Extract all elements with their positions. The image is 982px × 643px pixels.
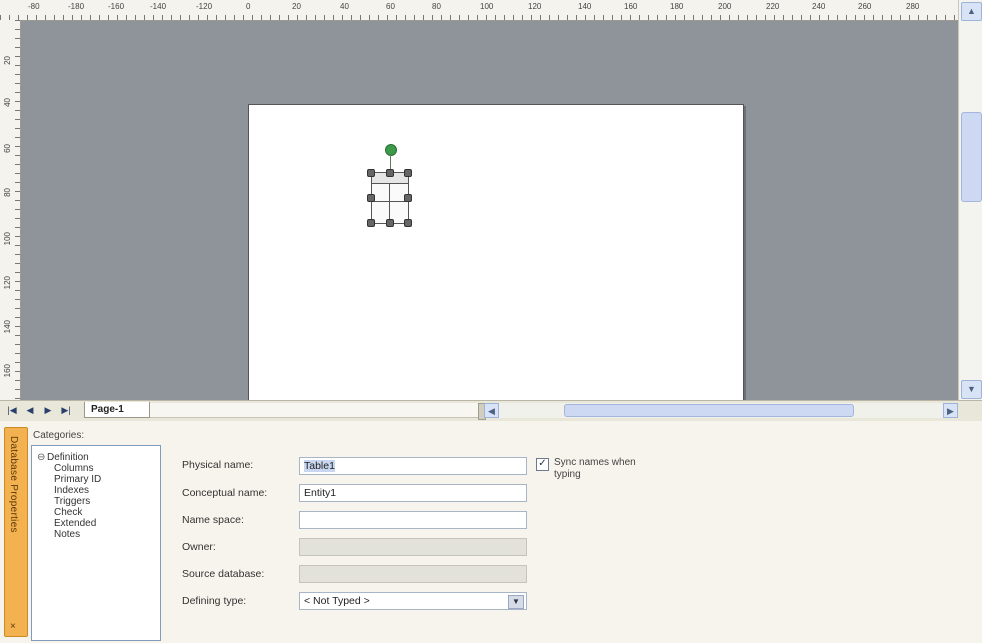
category-extended[interactable]: Extended: [54, 518, 96, 529]
definition-form: Physical name: Table1 Conceptual name: E…: [170, 445, 970, 635]
ruler-tick: 120: [3, 276, 12, 290]
defining-type-label: Defining type:: [182, 595, 247, 607]
vertical-scrollbar[interactable]: ▲ ▼: [958, 0, 982, 400]
tab-strip: [150, 403, 478, 418]
categories-label: Categories:: [33, 430, 85, 441]
panel-side-tab[interactable]: Database Properties ×: [4, 427, 28, 637]
ruler-tick: 80: [3, 188, 12, 197]
page-tab-bar: |◀ ◀ ▶ ▶| Page-1 ◀ ▶: [0, 400, 982, 422]
defining-type-select[interactable]: < Not Typed > ▼: [299, 592, 527, 610]
ruler-tick: 140: [578, 2, 592, 11]
ruler-tick: 60: [3, 144, 12, 153]
collapse-icon[interactable]: ⊖: [37, 452, 47, 463]
ruler-tick: -160: [108, 2, 125, 11]
database-properties-panel: Database Properties × Categories: ⊖ Defin…: [0, 421, 982, 643]
scroll-right-button[interactable]: ▶: [943, 403, 958, 418]
selection-handle[interactable]: [367, 169, 375, 177]
owner-label: Owner:: [182, 541, 216, 553]
conceptual-name-field[interactable]: Entity1: [299, 484, 527, 502]
category-columns[interactable]: Columns: [54, 463, 93, 474]
category-check[interactable]: Check: [54, 507, 82, 518]
ruler-tick: 260: [858, 2, 872, 11]
owner-field[interactable]: [299, 538, 527, 556]
category-indexes[interactable]: Indexes: [54, 485, 89, 496]
horizontal-ruler: -80 -180 -160 -140 -120 0 20 40 60 80 10…: [0, 0, 958, 21]
page-tab[interactable]: Page-1: [84, 402, 150, 418]
drawing-page[interactable]: [248, 104, 744, 406]
physical-name-label: Physical name:: [182, 459, 254, 471]
conceptual-name-label: Conceptual name:: [182, 487, 268, 499]
category-definition[interactable]: ⊖ Definition: [37, 452, 89, 463]
last-page-button[interactable]: ▶|: [60, 403, 72, 417]
rotation-handle[interactable]: [385, 144, 397, 156]
ruler-marks: [15, 20, 20, 400]
defining-type-value: < Not Typed >: [304, 595, 370, 607]
close-icon[interactable]: ×: [10, 621, 16, 632]
physical-name-field[interactable]: Table1: [299, 457, 527, 475]
ruler-tick: 220: [766, 2, 780, 11]
ruler-tick: 240: [812, 2, 826, 11]
ruler-tick: 120: [528, 2, 542, 11]
ruler-tick: 160: [3, 364, 12, 378]
previous-page-button[interactable]: ◀: [24, 403, 36, 417]
horizontal-scroll-thumb[interactable]: [564, 404, 854, 417]
scroll-up-button[interactable]: ▲: [961, 2, 982, 21]
category-triggers[interactable]: Triggers: [54, 496, 90, 507]
scroll-left-button[interactable]: ◀: [484, 403, 499, 418]
ruler-tick: 180: [670, 2, 684, 11]
selection-handle[interactable]: [386, 169, 394, 177]
ruler-marks: [0, 15, 958, 20]
categories-tree[interactable]: ⊖ Definition Columns Primary ID Indexes T…: [31, 445, 161, 641]
chevron-down-icon[interactable]: ▼: [508, 595, 524, 609]
source-database-field[interactable]: [299, 565, 527, 583]
selection-handle[interactable]: [367, 219, 375, 227]
category-notes[interactable]: Notes: [54, 529, 80, 540]
ruler-tick: 100: [3, 232, 12, 246]
ruler-tick: 40: [3, 98, 12, 107]
ruler-tick: -180: [68, 2, 85, 11]
sync-names-label: Sync names when typing: [554, 457, 636, 480]
ruler-tick: 280: [906, 2, 920, 11]
sync-names-checkbox[interactable]: ✓: [536, 458, 549, 471]
ruler-tick: 80: [432, 2, 441, 11]
ruler-tick: 160: [624, 2, 638, 11]
selection-handle[interactable]: [404, 169, 412, 177]
ruler-tick: 40: [340, 2, 349, 11]
entity-row-line: [372, 201, 408, 202]
next-page-button[interactable]: ▶: [42, 403, 54, 417]
ruler-tick: 20: [3, 56, 12, 65]
category-primary-id[interactable]: Primary ID: [54, 474, 101, 485]
ruler-tick: -140: [150, 2, 167, 11]
ruler-tick: 20: [292, 2, 301, 11]
ruler-tick: -80: [28, 2, 40, 11]
drawing-canvas[interactable]: [21, 21, 958, 406]
selection-handle[interactable]: [404, 219, 412, 227]
ruler-tick: -120: [196, 2, 213, 11]
selection-handle[interactable]: [404, 194, 412, 202]
ruler-tick: 0: [246, 2, 251, 11]
source-database-label: Source database:: [182, 568, 265, 580]
horizontal-scrollbar[interactable]: ◀ ▶: [484, 403, 958, 418]
category-label: Definition: [47, 452, 89, 463]
name-space-label: Name space:: [182, 514, 244, 526]
ruler-tick: 140: [3, 320, 12, 334]
selection-handle[interactable]: [386, 219, 394, 227]
vertical-scroll-thumb[interactable]: [961, 112, 982, 202]
ruler-tick: 100: [480, 2, 494, 11]
scroll-down-button[interactable]: ▼: [961, 380, 982, 399]
selection-handle[interactable]: [367, 194, 375, 202]
vertical-ruler: 20 40 60 80 100 120 140 160: [0, 20, 21, 400]
panel-title: Database Properties: [8, 436, 19, 533]
entity-divider: [389, 183, 390, 223]
physical-name-value: Table1: [304, 460, 335, 472]
entity-shape[interactable]: [352, 142, 414, 232]
first-page-button[interactable]: |◀: [6, 403, 18, 417]
ruler-tick: 60: [386, 2, 395, 11]
name-space-field[interactable]: [299, 511, 527, 529]
ruler-tick: 200: [718, 2, 732, 11]
rotation-connector: [390, 154, 391, 170]
